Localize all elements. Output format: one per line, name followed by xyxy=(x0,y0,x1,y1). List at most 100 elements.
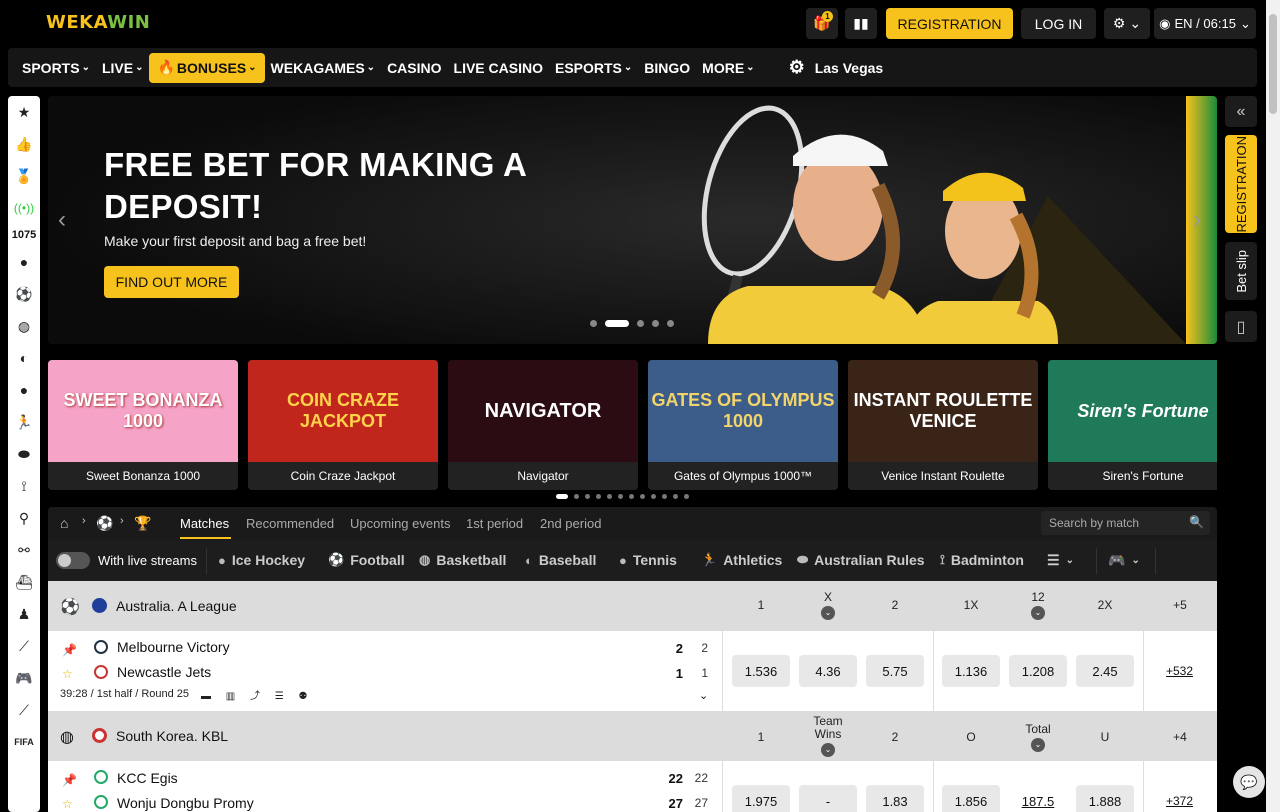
star-icon[interactable]: ☆ xyxy=(62,797,73,811)
nav-esports[interactable]: ESPORTS ⌄ xyxy=(549,53,638,83)
video-button[interactable]: ▮▮ xyxy=(845,8,877,39)
esports-menu[interactable]: 🎮 ⌄ xyxy=(1108,552,1140,569)
language-time-button[interactable]: ◉ EN / 06:15 ⌄ xyxy=(1154,8,1256,39)
scrollbar-thumb[interactable] xyxy=(1269,14,1277,114)
gamepad-icon[interactable]: 🎮 xyxy=(8,662,40,694)
chevron-down-icon[interactable]: ⌄ xyxy=(699,689,708,702)
slide-dot[interactable] xyxy=(590,320,597,327)
registration-side-button[interactable]: REGISTRATION xyxy=(1225,135,1257,233)
slide-dot[interactable] xyxy=(667,320,674,327)
thumbs-up-icon[interactable]: 👍 xyxy=(8,128,40,160)
tab-matches[interactable]: Matches xyxy=(180,516,229,531)
col-header[interactable]: Total ⌄ xyxy=(1008,722,1068,752)
login-button[interactable]: LOG IN xyxy=(1021,8,1096,39)
search-input[interactable]: Search by match 🔍 xyxy=(1041,511,1210,535)
page-scrollbar[interactable] xyxy=(1266,0,1280,812)
filter-tennis[interactable]: ● Tennis xyxy=(619,552,677,568)
game-card[interactable]: COIN CRAZE JACKPOT Coin Craze Jackpot xyxy=(248,360,438,490)
col-header[interactable]: 12 ⌄ xyxy=(1008,590,1068,620)
rugby-icon[interactable]: ⬬ xyxy=(8,438,40,470)
game-card[interactable]: NAVIGATOR Navigator xyxy=(448,360,638,490)
support-chat-button[interactable]: 💬 xyxy=(1233,766,1265,798)
nav-las-vegas[interactable]: ⚙ Las Vegas xyxy=(783,53,890,83)
games-dot[interactable] xyxy=(662,494,667,499)
filter-baseball[interactable]: ◐ Baseball xyxy=(525,552,596,568)
games-dot[interactable] xyxy=(585,494,590,499)
nav-sports[interactable]: SPORTS ⌄ xyxy=(16,53,96,83)
nav-casino[interactable]: CASINO xyxy=(381,53,447,83)
nav-bingo[interactable]: BINGO xyxy=(638,53,696,83)
pin-icon[interactable]: 📌 xyxy=(62,773,77,787)
match-row[interactable]: 📌 ☆ Melbourne Victory Newcastle Jets 2 2… xyxy=(48,631,1217,711)
filter-athletics[interactable]: 🏃 Athletics xyxy=(701,552,782,568)
slide-dot-active[interactable] xyxy=(605,320,629,327)
total-line[interactable]: 187.5 xyxy=(1009,785,1067,812)
games-dot[interactable] xyxy=(607,494,612,499)
games-dot[interactable] xyxy=(640,494,645,499)
match-row[interactable]: 📌 ☆ KCC Egis Wonju Dongbu Promy 22 22 27… xyxy=(48,761,1217,812)
more-markets-link[interactable]: +532 xyxy=(1166,664,1193,678)
search-icon[interactable]: 🔍 xyxy=(1189,515,1204,529)
games-dot[interactable] xyxy=(684,494,689,499)
odds-button[interactable]: 1.83 xyxy=(866,785,924,812)
game-card[interactable]: Siren's Fortune Siren's Fortune xyxy=(1048,360,1217,490)
nav-live[interactable]: LIVE ⌄ xyxy=(96,53,150,83)
basketball-icon[interactable]: ◍ xyxy=(8,310,40,342)
game-card[interactable]: INSTANT ROULETTE VENICE Venice Instant R… xyxy=(848,360,1038,490)
stats-icons[interactable]: ▬ ▥ ⤴ ☰ ⚉ xyxy=(201,687,314,702)
odds-button[interactable]: 1.888 xyxy=(1076,785,1134,812)
game-card[interactable]: GATES OF OLYMPUS 1000 Gates of Olympus 1… xyxy=(648,360,838,490)
tab-1st-period[interactable]: 1st period xyxy=(466,516,523,531)
nav-wekagames[interactable]: WEKAGAMES ⌄ xyxy=(265,53,382,83)
registration-button[interactable]: REGISTRATION xyxy=(886,8,1013,39)
filter-ice-hockey[interactable]: ● Ice Hockey xyxy=(218,552,305,568)
bowling-icon[interactable]: ♟ xyxy=(8,598,40,630)
more-sports-menu[interactable]: ☰ ⌄ xyxy=(1047,552,1074,569)
odds-button[interactable]: 5.75 xyxy=(866,655,924,687)
league-header[interactable]: ◍ South Korea. KBL 1 Team Wins ⌄ 2 O Tota… xyxy=(48,711,1217,761)
pin-icon[interactable]: 📌 xyxy=(62,643,77,657)
odds-button[interactable]: 1.856 xyxy=(942,785,1000,812)
odds-button[interactable]: 1.536 xyxy=(732,655,790,687)
games-dot-active[interactable] xyxy=(556,494,568,499)
collapse-button[interactable]: « xyxy=(1225,96,1257,127)
mobile-button[interactable]: ▯ xyxy=(1225,311,1257,342)
filter-basketball[interactable]: ◍ Basketball xyxy=(419,552,506,568)
chevron-left-icon[interactable]: ‹ xyxy=(58,206,66,234)
baseball-icon[interactable]: ◐ xyxy=(8,342,40,374)
games-dot[interactable] xyxy=(618,494,623,499)
star-icon[interactable]: ☆ xyxy=(62,667,73,681)
game-card[interactable]: SWEET BONANZA 1000 Sweet Bonanza 1000 xyxy=(48,360,238,490)
col-header[interactable]: X ⌄ xyxy=(798,590,858,620)
cricket-icon[interactable]: ⟋ xyxy=(8,630,40,662)
boat-icon[interactable]: ⛴ xyxy=(8,566,40,598)
find-out-more-button[interactable]: FIND OUT MORE xyxy=(104,266,239,298)
gift-button[interactable]: 🎁 1 xyxy=(806,8,838,39)
col-header[interactable]: Team Wins ⌄ xyxy=(798,715,858,757)
football-icon[interactable]: ⚽ xyxy=(8,278,40,310)
games-dot[interactable] xyxy=(596,494,601,499)
hockey-stick-icon[interactable]: ⟋ xyxy=(8,694,40,726)
games-dot[interactable] xyxy=(629,494,634,499)
odds-button[interactable]: 2.45 xyxy=(1076,655,1134,687)
more-markets-link[interactable]: +372 xyxy=(1166,794,1193,808)
athletics-icon[interactable]: 🏃 xyxy=(8,406,40,438)
odds-button[interactable]: 1.208 xyxy=(1009,655,1067,687)
table-tennis-icon[interactable]: ⚲ xyxy=(8,502,40,534)
tab-recommended[interactable]: Recommended xyxy=(246,516,334,531)
ice-hockey-icon[interactable]: ● xyxy=(8,246,40,278)
logo[interactable]: WEKAWIN xyxy=(46,12,150,33)
games-dot[interactable] xyxy=(574,494,579,499)
award-icon[interactable]: 🏅 xyxy=(8,160,40,192)
nav-live-casino[interactable]: LIVE CASINO xyxy=(448,53,549,83)
odds-button[interactable]: 4.36 xyxy=(799,655,857,687)
odds-button[interactable]: 1.136 xyxy=(942,655,1000,687)
odds-button[interactable]: - xyxy=(799,785,857,812)
fifa-icon[interactable]: FIFA xyxy=(8,726,40,758)
filter-football[interactable]: ⚽ Football xyxy=(328,552,405,568)
chevron-right-icon[interactable]: › xyxy=(1193,206,1201,234)
live-icon[interactable]: ((•)) xyxy=(8,192,40,224)
badminton-icon[interactable]: ⟟ xyxy=(8,470,40,502)
league-header[interactable]: ⚽ Australia. A League 1 X ⌄ 2 1X 12 ⌄ 2X +… xyxy=(48,581,1217,631)
favorites-icon[interactable]: ★ xyxy=(8,96,40,128)
